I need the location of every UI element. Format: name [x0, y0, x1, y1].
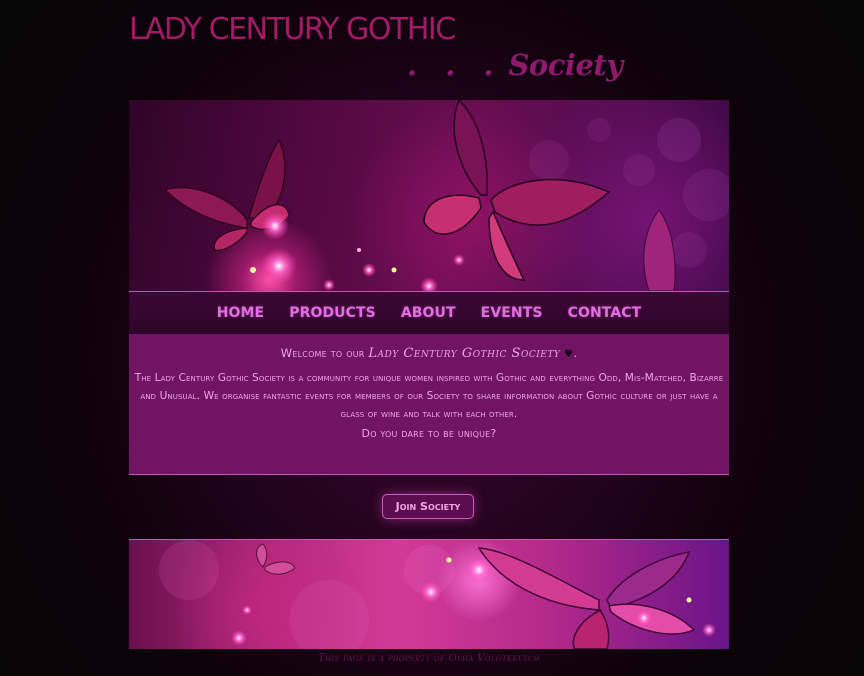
butterfly-icon: [477, 547, 696, 649]
copyright-notice: This page is a property of Olha Volotkev…: [318, 653, 540, 664]
butterfly-icon: [643, 209, 676, 291]
butterfly-icon: [256, 543, 296, 575]
nav-item-home[interactable]: HOME: [217, 305, 265, 321]
nav-item-contact[interactable]: CONTACT: [568, 305, 642, 321]
society-name: Lady Century Gothic Society: [368, 346, 561, 361]
main-nav: HOME PRODUCTS ABOUT EVENTS CONTACT: [129, 291, 729, 335]
heart-icon: ♥: [564, 349, 574, 360]
subtitle-word: Society: [508, 48, 623, 82]
join-society-button[interactable]: Join Society: [382, 494, 474, 519]
tagline-question: Do you dare to be unique?: [361, 427, 497, 440]
site-subtitle: . . . Society: [407, 48, 623, 82]
nav-item-events[interactable]: EVENTS: [481, 305, 543, 321]
header-banner: [129, 100, 729, 291]
butterfly-icon: [423, 100, 611, 281]
nav-item-products[interactable]: PRODUCTS: [289, 305, 376, 321]
nav-item-about[interactable]: ABOUT: [401, 305, 456, 321]
welcome-line: Welcome to our Lady Century Gothic Socie…: [129, 346, 729, 361]
footer-banner: [129, 539, 729, 649]
footer-banner-art: [159, 540, 716, 649]
description-text: The Lady Century Gothic Society is a com…: [134, 372, 724, 420]
welcome-prefix: Welcome to our: [280, 346, 365, 360]
intro-section: Welcome to our Lady Century Gothic Socie…: [129, 334, 729, 475]
subtitle-dots: . . .: [407, 48, 503, 82]
site-title: LADY CENTURY GOTHIC: [129, 12, 456, 47]
banner-art: [163, 100, 729, 291]
welcome-suffix: .: [573, 346, 578, 360]
